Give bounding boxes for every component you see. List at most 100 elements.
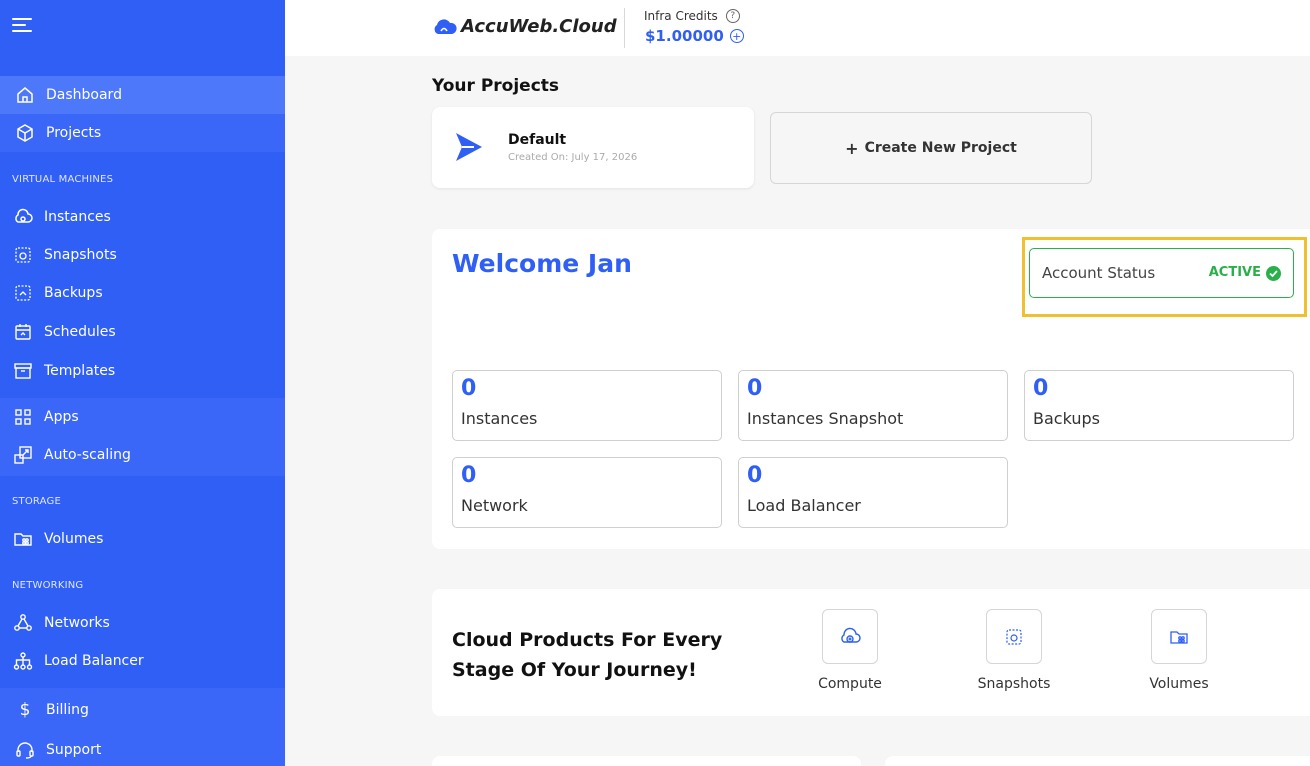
section-label-storage: STORAGE bbox=[12, 496, 62, 507]
account-status-label: Account Status bbox=[1042, 264, 1156, 282]
sidebar-item-networks[interactable]: Networks bbox=[0, 604, 285, 642]
credits-amount: $1.00000 bbox=[645, 27, 724, 45]
product-label: Volumes bbox=[1149, 676, 1209, 692]
stat-card-instances-snapshot[interactable]: 0 Instances Snapshot bbox=[738, 370, 1008, 441]
sidebar-item-label: Schedules bbox=[44, 324, 116, 340]
project-card-default[interactable]: Default Created On: July 17, 2026 bbox=[432, 107, 754, 188]
headset-icon bbox=[14, 739, 36, 761]
sidebar-item-schedules[interactable]: Schedules bbox=[0, 313, 285, 351]
cube-icon bbox=[14, 122, 36, 144]
sidebar-item-billing[interactable]: $ Billing bbox=[0, 691, 285, 729]
volume-icon bbox=[12, 528, 34, 550]
infra-credits-value: $1.00000 + bbox=[645, 27, 744, 45]
sidebar-item-auto-scaling[interactable]: Auto-scaling bbox=[0, 436, 285, 474]
sidebar-item-label: Apps bbox=[44, 409, 79, 425]
account-status-box: Account Status ACTIVE bbox=[1029, 248, 1294, 298]
help-icon[interactable]: ? bbox=[725, 9, 740, 23]
sidebar-item-projects[interactable]: Projects bbox=[0, 114, 285, 152]
loadbalancer-icon bbox=[12, 650, 34, 672]
sidebar-item-backups[interactable]: Backups bbox=[0, 274, 285, 312]
products-panel: Cloud Products For Every Stage Of Your J… bbox=[432, 589, 1310, 716]
header-divider bbox=[624, 8, 625, 48]
sidebar-item-apps[interactable]: Apps bbox=[0, 398, 285, 436]
snapshot-icon bbox=[12, 244, 34, 266]
stat-card-load-balancer[interactable]: 0 Load Balancer bbox=[738, 457, 1008, 528]
sidebar-item-dashboard[interactable]: Dashboard bbox=[0, 76, 285, 114]
sidebar-item-label: Snapshots bbox=[44, 247, 117, 263]
sidebar-item-label: Templates bbox=[44, 363, 116, 379]
infra-credits-label: Infra Credits ? bbox=[644, 9, 740, 23]
sidebar-item-label: Load Balancer bbox=[44, 653, 144, 669]
backup-icon bbox=[12, 282, 34, 304]
stat-value: 0 bbox=[747, 376, 763, 401]
stat-value: 0 bbox=[461, 376, 477, 401]
sidebar-item-support[interactable]: Support bbox=[0, 731, 285, 766]
stat-card-backups[interactable]: 0 Backups bbox=[1024, 370, 1294, 441]
snapshot-icon bbox=[986, 609, 1042, 664]
account-status-value: ACTIVE bbox=[1208, 265, 1261, 280]
stat-value: 0 bbox=[1033, 376, 1049, 401]
compute-icon bbox=[822, 609, 878, 664]
product-volumes[interactable]: Volumes bbox=[1124, 609, 1234, 692]
send-icon bbox=[456, 133, 482, 161]
sidebar-item-label: Backups bbox=[44, 285, 103, 301]
sidebar-item-label: Billing bbox=[46, 702, 89, 718]
product-label: Snapshots bbox=[977, 676, 1051, 692]
sidebar-item-instances[interactable]: Instances bbox=[0, 198, 285, 236]
welcome-panel: Welcome Jan Account Status ACTIVE 0 Inst… bbox=[432, 229, 1310, 549]
check-circle-icon bbox=[1266, 266, 1281, 281]
stat-label: Network bbox=[461, 496, 528, 515]
stat-label: Backups bbox=[1033, 409, 1100, 428]
home-icon bbox=[14, 84, 36, 106]
sidebar-item-volumes[interactable]: Volumes bbox=[0, 520, 285, 558]
stat-value: 0 bbox=[747, 463, 763, 488]
sidebar-item-load-balancer[interactable]: Load Balancer bbox=[0, 642, 285, 680]
stat-value: 0 bbox=[461, 463, 477, 488]
dollar-icon: $ bbox=[19, 700, 31, 720]
create-new-project-button[interactable]: + Create New Project bbox=[770, 112, 1092, 184]
cloud-logo-icon bbox=[434, 18, 457, 34]
product-compute[interactable]: Compute bbox=[795, 609, 905, 692]
product-label: Compute bbox=[818, 676, 882, 692]
products-title: Cloud Products For Every Stage Of Your J… bbox=[452, 629, 723, 681]
cloud-icon bbox=[12, 206, 34, 228]
sidebar-item-label: Support bbox=[46, 742, 102, 758]
network-icon bbox=[12, 612, 34, 634]
top-bar: AccuWeb.Cloud Infra Credits ? $1.00000 + bbox=[285, 0, 1310, 56]
sidebar-item-snapshots[interactable]: Snapshots bbox=[0, 236, 285, 274]
brand-logo[interactable]: AccuWeb.Cloud bbox=[432, 16, 617, 37]
apps-icon bbox=[12, 406, 34, 428]
schedule-icon bbox=[12, 321, 34, 343]
section-label-networking: NETWORKING bbox=[12, 580, 84, 591]
bottom-card-right bbox=[885, 756, 1310, 766]
add-credits-icon[interactable]: + bbox=[729, 29, 744, 43]
stat-label: Load Balancer bbox=[747, 496, 861, 515]
sidebar-item-label: Auto-scaling bbox=[44, 447, 131, 463]
volume-icon bbox=[1151, 609, 1207, 664]
sidebar-item-label: Networks bbox=[44, 615, 110, 631]
hamburger-menu-icon[interactable] bbox=[12, 16, 34, 34]
autoscale-icon bbox=[12, 444, 34, 466]
logo-text: AccuWeb.Cloud bbox=[461, 16, 617, 37]
credits-label-text: Infra Credits bbox=[644, 9, 718, 23]
welcome-title: Welcome Jan bbox=[452, 249, 632, 278]
sidebar-item-label: Projects bbox=[46, 125, 102, 141]
project-created-date: Created On: July 17, 2026 bbox=[508, 152, 638, 163]
project-name: Default bbox=[508, 132, 567, 148]
sidebar-item-label: Dashboard bbox=[46, 87, 122, 103]
stat-card-instances[interactable]: 0 Instances bbox=[452, 370, 722, 441]
section-label-virtual-machines: VIRTUAL MACHINES bbox=[12, 174, 114, 185]
template-icon bbox=[12, 360, 34, 382]
sidebar: Dashboard Projects VIRTUAL MACHINES Inst… bbox=[0, 0, 285, 766]
stat-label: Instances bbox=[461, 409, 538, 428]
sidebar-item-label: Instances bbox=[44, 209, 111, 225]
product-snapshots[interactable]: Snapshots bbox=[959, 609, 1069, 692]
sidebar-item-templates[interactable]: Templates bbox=[0, 352, 285, 390]
create-project-label: Create New Project bbox=[864, 140, 1017, 156]
stat-label: Instances Snapshot bbox=[747, 409, 904, 428]
plus-icon: + bbox=[845, 138, 859, 158]
stat-card-network[interactable]: 0 Network bbox=[452, 457, 722, 528]
sidebar-item-label: Volumes bbox=[44, 531, 104, 547]
projects-title: Your Projects bbox=[432, 76, 560, 96]
bottom-card-left bbox=[432, 756, 861, 766]
